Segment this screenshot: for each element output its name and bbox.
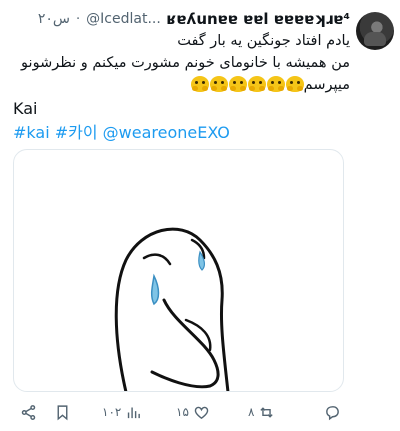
heart-icon — [194, 406, 209, 419]
share-icon — [21, 404, 36, 420]
separator-dot: · — [76, 11, 81, 27]
hugging-face-emoji-icon — [285, 76, 304, 92]
views-icon — [128, 407, 141, 418]
hashtag-links[interactable]: #kai #카이 @weareoneEXO — [13, 122, 230, 144]
hugging-face-emoji-icon — [190, 76, 209, 92]
hugging-face-emoji-icon — [247, 76, 266, 92]
crying-figure-drawing — [114, 227, 230, 391]
like-count: ۱۵ — [176, 405, 189, 419]
tweet-time[interactable]: ۲۰س — [38, 11, 70, 27]
bookmark-icon — [57, 404, 68, 420]
retweet-icon — [260, 406, 274, 418]
reply-icon — [326, 405, 339, 420]
media-image[interactable] — [13, 149, 344, 392]
share-button[interactable] — [20, 398, 37, 426]
views-count: ۱۰۲ — [102, 405, 122, 419]
hugging-face-emoji-icon — [209, 76, 228, 92]
reply-button[interactable] — [324, 398, 341, 426]
tweet-text-line-1: یادم افتاد جونگین یه بار گفت — [177, 33, 350, 49]
views-button[interactable]: ۱۰۲ — [102, 398, 142, 426]
tweet-text-line-2: من همیشه با خانومای خونم مشورت میکنم و ن… — [21, 55, 350, 71]
hugging-face-emoji-icon — [266, 76, 285, 92]
avatar[interactable] — [356, 12, 394, 50]
retweet-count: ۸ — [248, 405, 255, 419]
tweet-text-word: میپرسم — [303, 77, 350, 93]
tweet-text-line-3: میپرسم — [10, 74, 350, 96]
display-name[interactable]: ʁɐʎunɐɐ ɐɐl ɐɐɐɐʞɹɐ⁴ — [167, 10, 350, 28]
tweet-text-kai: Kai — [13, 99, 38, 118]
tweet-card[interactable]: ʁɐʎunɐɐ ɐɐl ɐɐɐɐʞɹɐ⁴ @Icedlat... · ۲۰س ی… — [0, 0, 400, 431]
hugging-face-emoji-icon — [228, 76, 247, 92]
retweet-button[interactable]: ۸ — [248, 398, 275, 426]
tweet-header: ʁɐʎunɐɐ ɐɐl ɐɐɐɐʞɹɐ⁴ @Icedlat... · ۲۰س — [6, 8, 350, 30]
bookmark-button[interactable] — [54, 398, 71, 426]
action-bar: ۱۰۲ ۱۵ ۸ — [0, 398, 400, 426]
emoji-group — [190, 76, 304, 93]
user-handle[interactable]: @Icedlat... — [86, 11, 161, 27]
like-button[interactable]: ۱۵ — [176, 398, 210, 426]
